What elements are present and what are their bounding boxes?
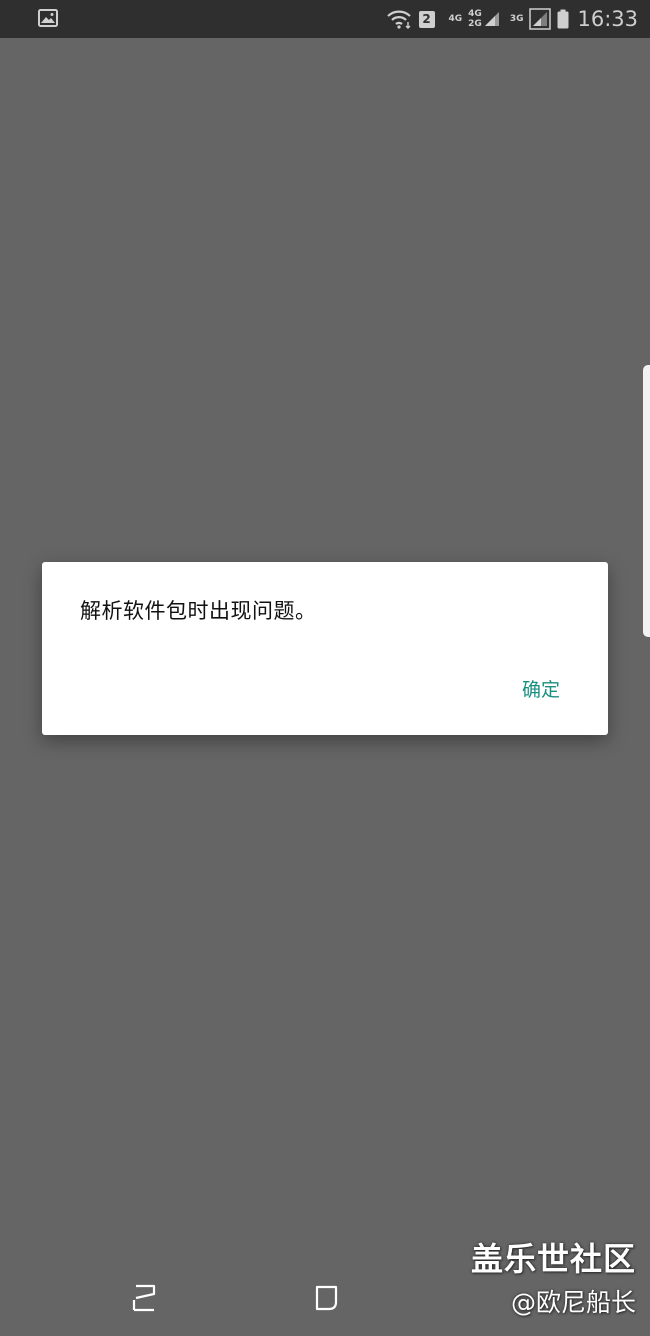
confirm-button[interactable]: 确定 [522, 675, 560, 702]
network-type-bottom: 2G [468, 19, 482, 29]
network-type-stack: 4G 2G [468, 9, 482, 29]
network-type-4g: 4G [448, 14, 463, 24]
wifi-icon [386, 10, 411, 29]
edge-panel-handle[interactable] [643, 365, 650, 637]
watermark-author: @欧尼船长 [510, 1288, 636, 1317]
dialog-message: 解析软件包时出现问题。 [80, 599, 317, 623]
error-dialog: 解析软件包时出现问题。 确定 [42, 562, 608, 735]
watermark-site: 盖乐世社区 [470, 1240, 636, 1278]
signal-icon [529, 8, 552, 30]
sim-badge: 2 [418, 10, 435, 28]
status-bar: 2 4G 4G 2G 3G 16:33 [0, 0, 650, 38]
image-icon [38, 9, 58, 27]
home-icon[interactable] [312, 1283, 342, 1313]
status-icons: 2 4G 4G 2G 3G 16:33 [386, 0, 638, 38]
battery-icon [557, 9, 569, 29]
network-type-3g: 3G [509, 14, 524, 24]
network-type-top: 4G [468, 9, 482, 19]
signal-icon [484, 12, 499, 26]
recents-icon[interactable] [130, 1283, 160, 1313]
status-time: 16:33 [577, 7, 638, 31]
